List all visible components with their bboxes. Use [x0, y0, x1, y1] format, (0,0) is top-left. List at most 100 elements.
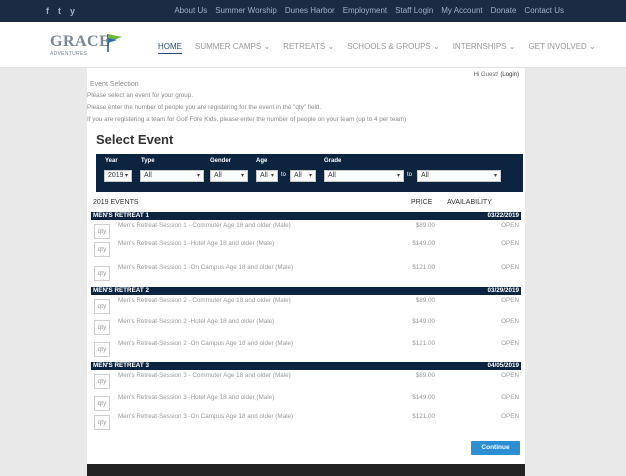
event-availability: OPEN [501, 318, 519, 325]
event-availability: OPEN [501, 372, 519, 379]
age-to-select[interactable]: All ▾ [290, 170, 316, 182]
event-group-date: 04/05/2019 [487, 362, 519, 369]
event-group-name: MEN'S RETREAT 1 [93, 212, 149, 219]
utility-links: About Us Summer Worship Dunes Harbor Emp… [174, 6, 564, 16]
event-group-header: MEN'S RETREAT 1 03/22/2019 [91, 212, 521, 220]
nav-get-involved[interactable]: GET INVOLVED ⌄ [528, 42, 595, 54]
table-row: qty Men's Retreat-Session 3 -Hotel Age 1… [91, 394, 521, 412]
nav-retreats-label: RETREATS [283, 42, 326, 51]
qty-input[interactable]: qty [94, 320, 110, 335]
event-name: Men's Retreat-Session 2 -On Campus Age 1… [118, 340, 294, 347]
year-select-value: 2019 [108, 172, 124, 179]
qty-input[interactable]: qty [94, 224, 110, 239]
qty-input[interactable]: qty [94, 299, 110, 314]
chevron-down-icon: ▾ [308, 173, 312, 179]
link-contact-us[interactable]: Contact Us [524, 6, 564, 16]
grade-label: Grade [324, 158, 342, 164]
chevron-down-icon: ▾ [240, 173, 244, 179]
nav-summer-camps[interactable]: SUMMER CAMPS ⌄ [195, 42, 270, 54]
event-availability: OPEN [501, 394, 519, 401]
event-availability: OPEN [501, 297, 519, 304]
link-donate[interactable]: Donate [491, 6, 517, 16]
link-staff-login[interactable]: Staff Login [395, 6, 433, 16]
availability-column-header: AVAILABILITY [447, 199, 492, 206]
event-name: Men's Retreat-Session 3 -On Campus Age 1… [118, 413, 294, 420]
continue-button[interactable]: Continue [471, 441, 520, 455]
chevron-down-icon: ▾ [196, 173, 200, 179]
grade-from-select[interactable]: All ▾ [324, 170, 404, 182]
link-dunes-harbor[interactable]: Dunes Harbor [285, 6, 335, 16]
event-group-date: 03/29/2019 [487, 287, 519, 294]
table-row: qty Men's Retreat-Session 1 -Hotel Age 1… [91, 240, 521, 258]
youtube-icon[interactable]: y [70, 5, 75, 17]
age-to-label: to [281, 172, 287, 178]
event-group-name: MEN'S RETREAT 2 [93, 287, 149, 294]
link-summer-worship[interactable]: Summer Worship [215, 6, 277, 16]
events-table-header: 2019 EVENTS PRICE AVAILABILITY [91, 199, 521, 209]
nav-internships[interactable]: INTERNSHIPS ⌄ [453, 42, 516, 54]
event-price: $89.00 [415, 222, 435, 229]
type-label: Type [141, 158, 155, 164]
event-name: Men's Retreat-Session 2 -Hotel Age 18 an… [118, 318, 275, 325]
grace-adventures-logo[interactable]: GRACE ADVENTURES [50, 34, 122, 62]
qty-input[interactable]: qty [94, 396, 110, 411]
event-name: Men's Retreat-Session 1 -Hotel Age 18 an… [118, 240, 275, 247]
grade-to-select[interactable]: All ▾ [417, 170, 501, 182]
chevron-down-icon: ▾ [124, 173, 128, 179]
logo-subtitle: ADVENTURES [50, 51, 88, 57]
year-select[interactable]: 2019 ▾ [104, 170, 132, 182]
instruction-line: Please enter the number of people you ar… [87, 104, 322, 111]
qty-input[interactable]: qty [94, 415, 110, 430]
grade-from-value: All [328, 172, 336, 179]
gender-label: Gender [210, 158, 232, 164]
twitter-icon[interactable]: t [58, 5, 61, 17]
nav-schools-groups-label: SCHOOLS & GROUPS [347, 42, 431, 51]
filter-bar: Year Type Gender Age Grade 2019 ▾ All ▾ Al… [96, 154, 523, 192]
nav-home[interactable]: HOME [158, 42, 182, 54]
table-row: qty Men's Retreat-Session 1 -On Campus A… [91, 264, 521, 282]
logo-wordmark: GRACE [50, 33, 111, 50]
nav-schools-groups[interactable]: SCHOOLS & GROUPS ⌄ [347, 42, 440, 54]
greeting-text: Hi Guest! [473, 72, 499, 78]
age-from-select[interactable]: All ▾ [256, 170, 278, 182]
type-select-value: All [144, 172, 152, 179]
event-name: Men's Retreat-Session 3 -Hotel Age 18 an… [118, 394, 275, 401]
event-price: $149.00 [412, 240, 435, 247]
page-title: Select Event [96, 132, 174, 147]
event-price: $121.00 [412, 264, 435, 271]
event-availability: OPEN [501, 240, 519, 247]
table-row: qty Men's Retreat-Session 3 - Commuter A… [91, 372, 521, 390]
social-links: f t y [46, 5, 75, 17]
gender-select[interactable]: All ▾ [210, 170, 248, 182]
qty-input[interactable]: qty [94, 242, 110, 257]
nav-retreats[interactable]: RETREATS ⌄ [283, 42, 334, 54]
main-nav: HOME SUMMER CAMPS ⌄ RETREATS ⌄ SCHOOLS &… [158, 42, 596, 54]
type-select[interactable]: All ▾ [140, 170, 204, 182]
event-price: $121.00 [412, 413, 435, 420]
qty-input[interactable]: qty [94, 266, 110, 281]
link-employment[interactable]: Employment [343, 6, 387, 16]
event-price: $149.00 [412, 394, 435, 401]
events-heading: 2019 EVENTS [93, 199, 139, 206]
nav-internships-label: INTERNSHIPS [452, 42, 507, 51]
qty-input[interactable]: qty [94, 342, 110, 357]
table-row: qty Men's Retreat-Session 2 -Hotel Age 1… [91, 318, 521, 336]
nav-get-involved-label: GET INVOLVED [528, 42, 587, 51]
age-label: Age [256, 158, 268, 164]
guest-greeting: Hi Guest! (Login) [474, 72, 519, 78]
event-group-date: 03/22/2019 [487, 212, 519, 219]
gender-select-value: All [214, 172, 222, 179]
link-my-account[interactable]: My Account [441, 6, 482, 16]
grade-to-value: All [421, 172, 429, 179]
year-label: Year [105, 158, 118, 164]
login-link[interactable]: (Login) [500, 72, 519, 78]
event-group-header: MEN'S RETREAT 2 03/29/2019 [91, 287, 521, 295]
event-price: $89.00 [415, 297, 435, 304]
site-header: GRACE ADVENTURES HOME SUMMER CAMPS ⌄ RET… [0, 22, 626, 68]
event-availability: OPEN [501, 222, 519, 229]
link-about-us[interactable]: About Us [174, 6, 207, 16]
event-name: Men's Retreat-Session 1 - Commuter Age 1… [118, 222, 291, 229]
qty-input[interactable]: qty [94, 374, 110, 389]
facebook-icon[interactable]: f [46, 5, 49, 17]
chevron-down-icon: ▾ [493, 173, 497, 179]
